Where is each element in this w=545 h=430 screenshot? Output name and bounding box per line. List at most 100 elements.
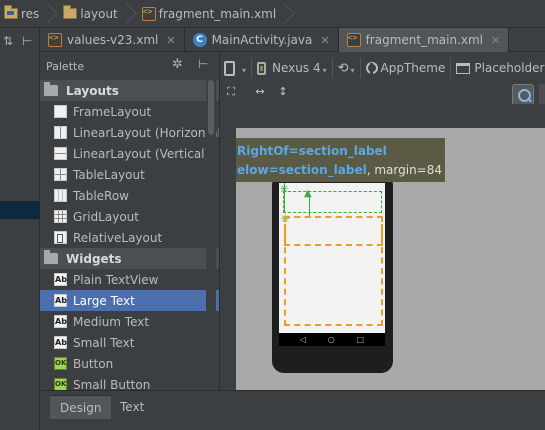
palette-item-plain-textview[interactable]: Ab Plain TextView [40, 269, 219, 290]
device-label: Nexus 4 [272, 61, 321, 75]
sync-icon[interactable]: ⇅ [3, 34, 13, 48]
xml-file-icon [141, 6, 156, 21]
frame-layout-icon [54, 105, 67, 118]
close-icon[interactable]: ✕ [166, 34, 175, 47]
hide-panel-icon[interactable]: ⊢ [198, 57, 208, 71]
palette-title: Palette [46, 59, 85, 73]
palette-header: Palette ✲ ⊢ [40, 52, 219, 80]
textview-icon: Ab [54, 273, 67, 286]
toolbar-overflow[interactable] [539, 84, 545, 106]
drop-preview-outline [284, 216, 383, 326]
gear-icon[interactable]: ✲ [172, 57, 183, 72]
tab-design[interactable]: Design [50, 395, 112, 419]
palette-item-tablerow[interactable]: TableRow [40, 185, 219, 206]
tab-text[interactable]: Text [110, 395, 154, 419]
home-icon: ○ [327, 334, 335, 344]
layout-toolbar: ▾ Nexus 4 ▾ ⟲ ▾ AppTheme Placeholder [220, 52, 545, 84]
toolbar-separator [450, 58, 452, 78]
breadcrumb: res layout fragment_main.xml [0, 0, 545, 28]
palette-scrollbar[interactable] [206, 80, 216, 390]
theme-icon [365, 62, 378, 74]
item-label: GridLayout [73, 209, 139, 224]
expand-vertical-icon[interactable]: ↕ [276, 85, 290, 99]
design-mode-button[interactable]: ▾ [224, 52, 246, 84]
tab-values-v23[interactable]: values-v23.xml ✕ [40, 28, 185, 52]
device-selector[interactable]: Nexus 4 ▾ [257, 52, 327, 84]
folder-icon [63, 5, 78, 19]
tab-mainactivity[interactable]: C MainActivity.java ✕ [185, 28, 339, 52]
breadcrumb-separator [43, 0, 53, 28]
palette-item-button[interactable]: OK Button [40, 353, 219, 374]
toolbar-separator [331, 58, 333, 78]
close-icon[interactable]: ✕ [320, 34, 329, 47]
theme-label: AppTheme [380, 61, 446, 75]
expand-horizontal-icon[interactable]: ↔ [253, 85, 267, 99]
linear-layout-vertical-icon [54, 147, 67, 160]
dropdown-arrow-icon: ▾ [242, 65, 247, 75]
activity-selector[interactable]: Placeholder [456, 52, 544, 84]
palette-item-small-button[interactable]: OK Small Button [40, 374, 219, 390]
breadcrumb-layout[interactable]: layout [59, 0, 137, 28]
breadcrumb-file[interactable]: fragment_main.xml [138, 0, 296, 28]
button-icon: OK [54, 378, 67, 390]
item-label: Plain TextView [73, 272, 159, 287]
palette-group-widgets[interactable]: Widgets [40, 248, 219, 269]
grid-layout-icon [54, 210, 67, 223]
theme-selector[interactable]: AppTheme [365, 52, 446, 84]
dropdown-arrow-icon: ▾ [350, 65, 355, 75]
collapse-icon[interactable]: ⊢ [22, 34, 32, 48]
device-frame-icon [224, 60, 235, 76]
textview-icon: Ab [54, 336, 67, 349]
tab-label: fragment_main.xml [365, 33, 484, 47]
palette-item-small-text[interactable]: Ab Small Text [40, 332, 219, 353]
project-selected-row[interactable] [0, 201, 40, 219]
recents-icon: □ [356, 334, 365, 344]
activity-label: Placeholder [474, 61, 545, 75]
palette-item-tablelayout[interactable]: TableLayout [40, 164, 219, 185]
tab-design-label: Design [60, 400, 102, 415]
palette-item-large-text[interactable]: Ab Large Text [40, 290, 219, 311]
zoom-to-fit-icon[interactable]: ⛶ [224, 85, 238, 99]
palette-item-relativelayout[interactable]: RelativeLayout [40, 227, 219, 248]
item-label: Button [73, 356, 114, 371]
palette-item-medium-text[interactable]: Ab Medium Text [40, 311, 219, 332]
toolbar-separator [359, 58, 361, 78]
palette-item-gridlayout[interactable]: GridLayout [40, 206, 219, 227]
device-icon [257, 61, 267, 75]
resource-folder-icon [4, 5, 18, 19]
java-class-icon: C [192, 33, 207, 47]
palette-group-layouts[interactable]: Layouts [40, 80, 219, 101]
dropdown-arrow-icon: ▾ [322, 65, 327, 75]
item-label: LinearLayout (Horizontal) [73, 125, 220, 140]
folder-icon [44, 82, 58, 96]
tab-label: values-v23.xml [67, 33, 159, 47]
anchor-left-icon: ✳ [279, 182, 290, 196]
group-label: Layouts [66, 83, 119, 98]
zoom-icon[interactable] [512, 84, 534, 106]
close-icon[interactable]: ✕ [491, 34, 500, 47]
tab-text-label: Text [120, 400, 145, 414]
breadcrumb-layout-label: layout [80, 6, 118, 21]
palette-item-linearlayout-vertical[interactable]: LinearLayout (Vertical) [40, 143, 219, 164]
tab-label: MainActivity.java [211, 33, 313, 47]
folder-icon [44, 250, 58, 264]
table-layout-icon [54, 168, 67, 181]
item-label: FrameLayout [73, 104, 152, 119]
item-label: Small Text [73, 335, 135, 350]
rotate-icon: ⟲ [337, 60, 349, 76]
orientation-button[interactable]: ⟲ ▾ [338, 52, 355, 84]
textview-icon: Ab [54, 294, 67, 307]
xml-file-icon [346, 33, 361, 47]
constraint-tooltip: RightOf=section_label elow=section_label… [236, 138, 445, 182]
tab-fragment-main[interactable]: fragment_main.xml ✕ [338, 28, 510, 52]
toolbar-separator [251, 58, 253, 78]
palette-item-framelayout[interactable]: FrameLayout [40, 101, 219, 122]
breadcrumb-res[interactable]: res [0, 0, 59, 28]
palette-item-linearlayout-horizontal[interactable]: LinearLayout (Horizontal) [40, 122, 219, 143]
breadcrumb-file-label: fragment_main.xml [158, 6, 277, 21]
xml-file-icon [48, 33, 62, 47]
button-icon: OK [54, 357, 67, 370]
arrow-up-icon: ▲ [304, 188, 312, 199]
scrollbar-thumb[interactable] [208, 80, 214, 135]
item-label: LinearLayout (Vertical) [73, 146, 210, 161]
